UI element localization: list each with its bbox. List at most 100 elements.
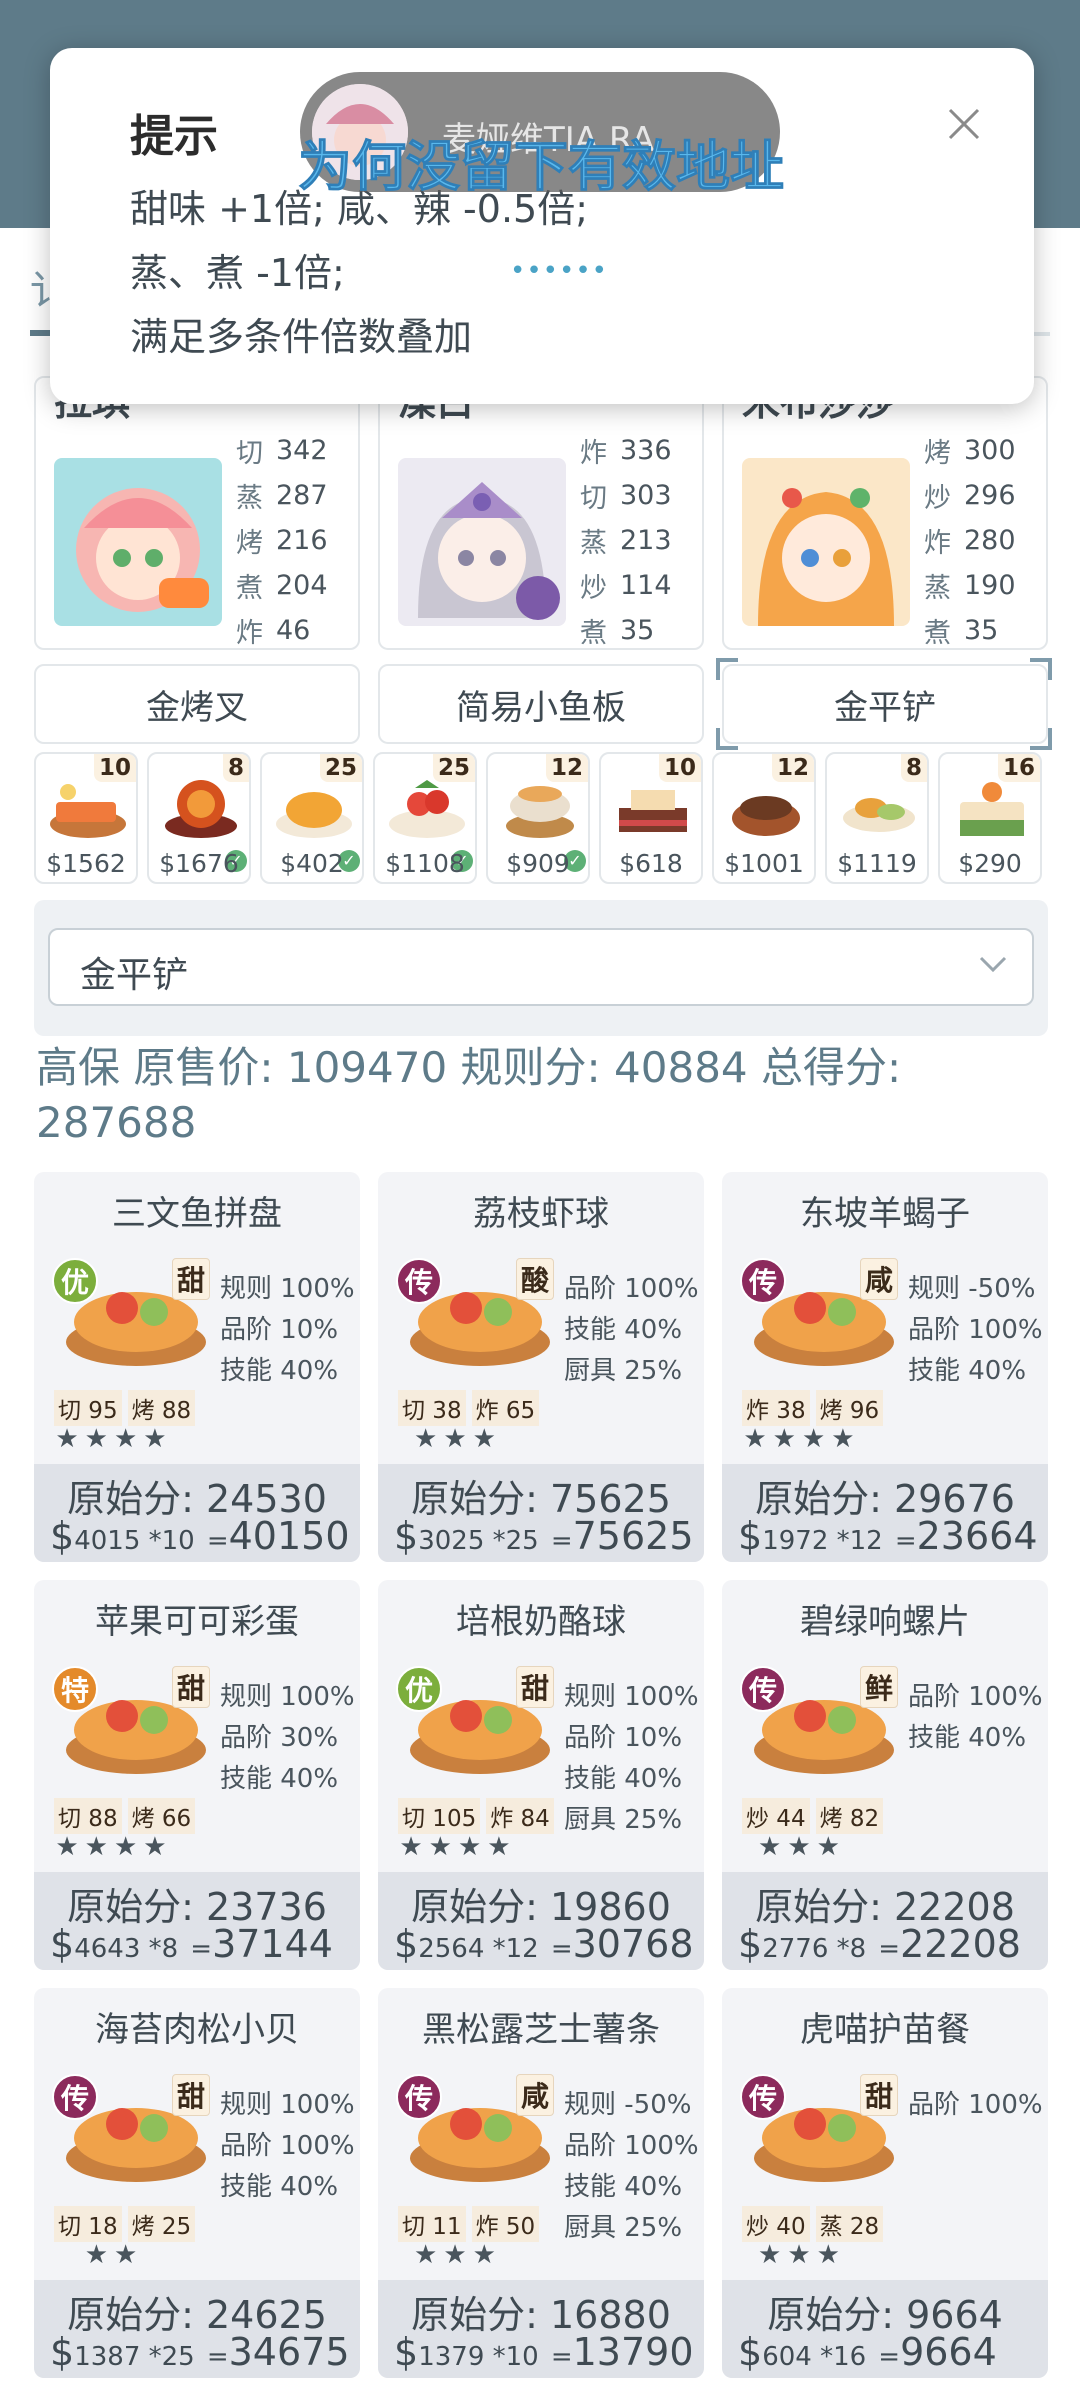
dish-image — [619, 790, 687, 832]
result-card[interactable]: 虎喵护苗餐 传 甜 品阶 100% 炒 40 蒸 28 ★★★ 原始分: 9664… — [722, 1988, 1048, 2378]
dish-image — [50, 784, 126, 838]
dish-item-6[interactable]: 10 $618 — [599, 752, 703, 884]
rule-line: 规则 100% — [220, 2090, 355, 2120]
score-calc: $3025 *25 =75625 — [394, 1514, 694, 1558]
rule-line: 厨具 25% — [564, 1805, 683, 1835]
calc-result: 34675 — [228, 2330, 350, 2374]
chef-card-2[interactable]: 澡白 炸336 切303 蒸213 炒114 煮35 烤32 — [378, 376, 704, 650]
dish-title: 东坡羊蝎子 — [800, 1194, 970, 1234]
dish-image — [276, 792, 352, 838]
rule-line: 技能 40% — [908, 1723, 1027, 1753]
rank-badge: 传 — [396, 2074, 442, 2120]
star-rating: ★★★★ — [399, 1832, 517, 1862]
dish-price: $1119 — [837, 849, 917, 878]
rule-list: 规则 100% 品阶 10% 技能 40% — [220, 1268, 355, 1391]
dish-price: $1562 — [46, 849, 126, 878]
dish-item-3[interactable]: 25 ✓ $402 — [260, 752, 364, 884]
result-card[interactable]: 黑松露芝士薯条 传 咸 规则 -50% 品阶 100% 技能 40% 厨具 25% 切… — [378, 1988, 704, 2378]
skill-tags: 切 95 烤 88 — [54, 1390, 196, 1426]
rule-list: 规则 -50% 品阶 100% 技能 40% 厨具 25% — [564, 2084, 699, 2248]
dish-item-4[interactable]: 25 ✓ $1108 — [373, 752, 477, 884]
score-calc: $2564 *12 =30768 — [394, 1922, 694, 1966]
tool-button-1[interactable]: 金烤叉 — [34, 664, 360, 744]
rule-line: 品阶 100% — [908, 1682, 1043, 1712]
flavor-tag: 咸 — [516, 2074, 555, 2116]
dish-item-5[interactable]: 12 ✓ $909 — [486, 752, 590, 884]
score-box: 原始分: 75625 $3025 *25 =75625 — [378, 1464, 704, 1562]
rule-list: 品阶 100% 技能 40% 厨具 25% — [564, 1268, 699, 1391]
dish-image — [960, 782, 1024, 836]
tool-select[interactable]: 金平铲 — [48, 928, 1034, 1006]
skill-tags: 炒 40 蒸 28 — [742, 2206, 884, 2242]
rank-badge: 传 — [740, 1258, 786, 1304]
skill-tags: 切 88 烤 66 — [54, 1798, 196, 1834]
result-card[interactable]: 海苔肉松小贝 传 甜 规则 100% 品阶 100% 技能 40% 切 18 烤 25… — [34, 1988, 360, 2378]
dish-title: 培根奶酪球 — [456, 1602, 626, 1642]
dish-title: 苹果可可彩蛋 — [95, 1602, 299, 1642]
dish-title: 虎喵护苗餐 — [800, 2010, 970, 2050]
star-rating: ★★★★ — [55, 1424, 173, 1454]
calc-formula: 1972 *12 — [762, 1526, 883, 1556]
dish-image — [732, 796, 800, 836]
rule-line: 规则 100% — [220, 1274, 355, 1304]
chef-card-3[interactable]: 米布莎莎 烤300 炒296 炸280 蒸190 煮35 切35 — [722, 376, 1048, 650]
skill-tags: 切 11 炸 50 — [398, 2206, 540, 2242]
chevron-down-icon — [979, 956, 1007, 973]
calc-formula: 2776 *8 — [762, 1934, 867, 1964]
skill-tag: 炸 38 — [742, 1390, 810, 1426]
score-calc: $4015 *10 =40150 — [50, 1514, 350, 1558]
score-calc: $1972 *12 =23664 — [738, 1514, 1038, 1558]
dish-item-2[interactable]: 8 ✓ $1676 — [147, 752, 251, 884]
calc-result: 75625 — [572, 1514, 694, 1558]
result-card[interactable]: 三文鱼拼盘 优 甜 规则 100% 品阶 10% 技能 40% 切 95 烤 88 ★… — [34, 1172, 360, 1562]
dish-image — [165, 780, 237, 838]
skill-tag: 炸 84 — [486, 1798, 554, 1834]
calc-formula: 4015 *10 — [74, 1526, 195, 1556]
flavor-tag: 甜 — [516, 1666, 555, 1708]
loading-dots: •••••• — [510, 256, 609, 286]
rule-list: 品阶 100% — [908, 2084, 1043, 2125]
rule-line: 规则 -50% — [908, 1274, 1036, 1304]
calc-result: 37144 — [212, 1922, 333, 1966]
skill-tag: 切 88 — [54, 1798, 122, 1834]
tool-button-2[interactable]: 简易小鱼板 — [378, 664, 704, 744]
result-card[interactable]: 苹果可可彩蛋 特 甜 规则 100% 品阶 30% 技能 40% 切 88 烤 66 … — [34, 1580, 360, 1970]
rule-line: 规则 100% — [220, 1682, 355, 1712]
chef-card-1[interactable]: 拉琪 切342 蒸287 烤216 煮204 炸46 炒40 — [34, 376, 360, 650]
flavor-tag: 酸 — [516, 1258, 555, 1300]
skill-tag: 炸 65 — [471, 1390, 540, 1426]
dish-image — [506, 786, 574, 838]
dish-item-9[interactable]: 16 $290 — [938, 752, 1042, 884]
skill-tag: 炸 50 — [471, 2206, 540, 2242]
skill-tag: 切 11 — [398, 2206, 466, 2242]
calc-result: 13790 — [572, 2330, 694, 2374]
star-rating: ★★★★ — [743, 1424, 861, 1454]
dish-title: 海苔肉松小贝 — [95, 2010, 299, 2050]
result-card[interactable]: 东坡羊蝎子 传 咸 规则 -50% 品阶 100% 技能 40% 炸 38 烤 96 … — [722, 1172, 1048, 1562]
dish-item-8[interactable]: 8 $1119 — [825, 752, 929, 884]
dish-title: 碧绿响螺片 — [800, 1602, 970, 1642]
rule-line: 技能 40% — [564, 1315, 683, 1345]
calc-result: 40150 — [228, 1514, 350, 1558]
calc-formula: 4643 *8 — [74, 1934, 179, 1964]
dish-title: 三文鱼拼盘 — [112, 1194, 282, 1234]
skill-tag: 切 38 — [398, 1390, 466, 1426]
dish-item-7[interactable]: 12 $1001 — [712, 752, 816, 884]
rule-line: 品阶 10% — [564, 1723, 683, 1753]
dish-item-1[interactable]: 10 $1562 — [34, 752, 138, 884]
score-box: 原始分: 24625 $1387 *25 =34675 — [34, 2280, 360, 2378]
rank-badge: 传 — [740, 2074, 786, 2120]
rule-line: 技能 40% — [564, 1764, 683, 1794]
result-card[interactable]: 荔枝虾球 传 酸 品阶 100% 技能 40% 厨具 25% 切 38 炸 65 ★★… — [378, 1172, 704, 1562]
calc-formula: 604 *16 — [762, 2342, 867, 2372]
score-summary: 高保 原售价: 109470 规则分: 40884 总得分: 287688 — [36, 1043, 902, 1147]
star-rating: ★★★ — [758, 2240, 846, 2270]
rule-line: 品阶 100% — [564, 2131, 699, 2161]
tool-button-3[interactable]: 金平铲 — [722, 664, 1048, 744]
close-icon[interactable] — [946, 106, 982, 142]
rule-line: 品阶 100% — [908, 1315, 1043, 1345]
score-box: 原始分: 24530 $4015 *10 =40150 — [34, 1464, 360, 1562]
result-card[interactable]: 碧绿响螺片 传 鲜 品阶 100% 技能 40% 炒 44 烤 82 ★★★ 原始分… — [722, 1580, 1048, 1970]
score-calc: $1379 *10 =13790 — [394, 2330, 694, 2374]
result-card[interactable]: 培根奶酪球 优 甜 规则 100% 品阶 10% 技能 40% 厨具 25% 切 10… — [378, 1580, 704, 1970]
